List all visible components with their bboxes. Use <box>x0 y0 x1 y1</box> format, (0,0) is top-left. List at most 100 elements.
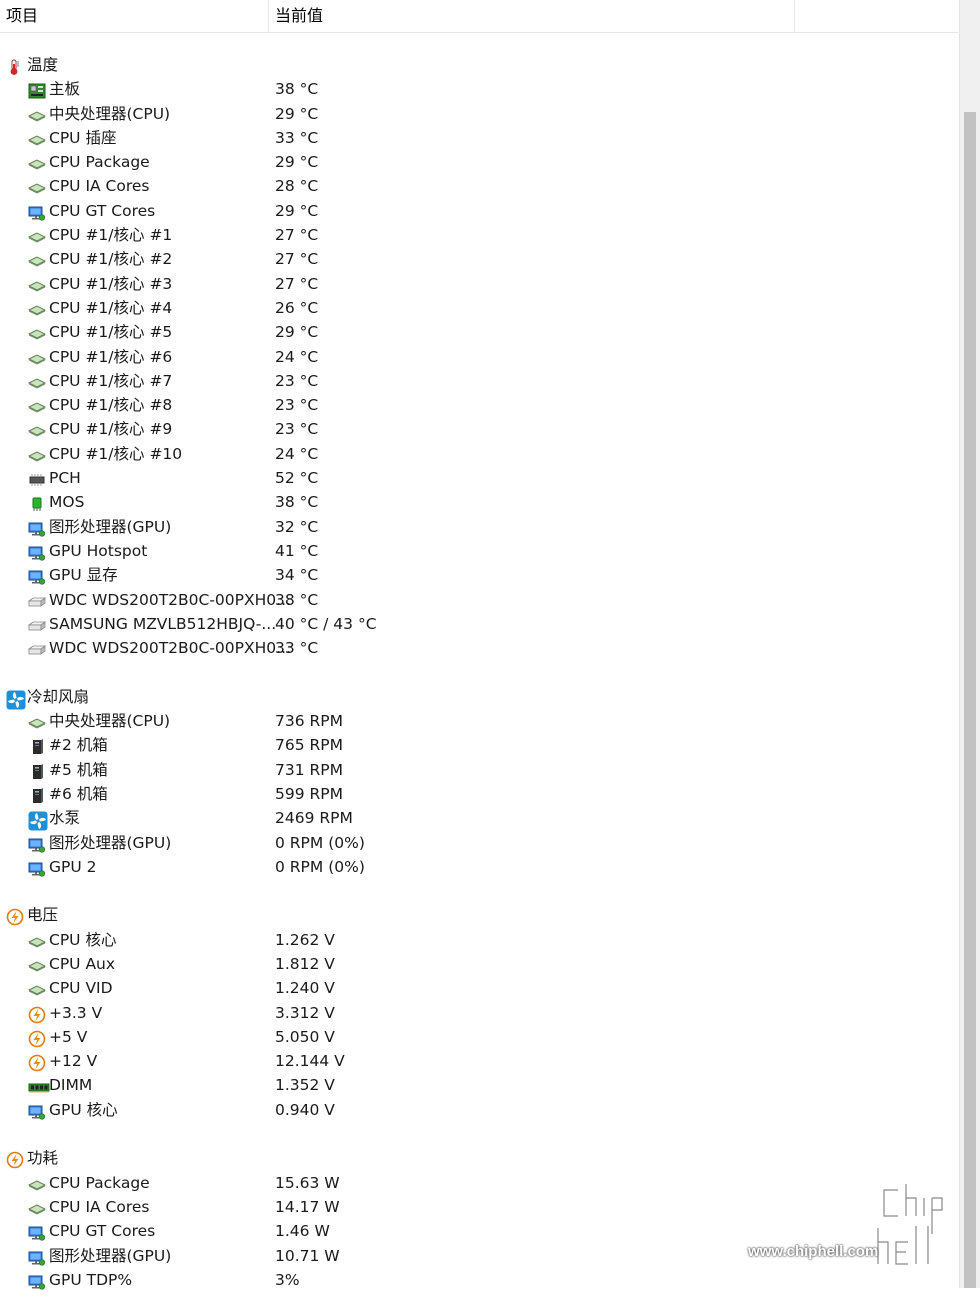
column-header-item[interactable]: 项目 <box>6 0 269 32</box>
sensor-row[interactable]: +12 V 12.144 V <box>0 1049 958 1073</box>
sensor-row[interactable]: #2 机箱 765 RPM <box>0 733 958 757</box>
sensor-value: 1.352 V <box>275 1076 335 1095</box>
sensor-row[interactable]: 图形处理器(GPU) 32 °C <box>0 515 958 539</box>
case-icon <box>28 787 44 803</box>
sensor-row[interactable]: 水泵 2469 RPM <box>0 806 958 831</box>
sensor-row[interactable]: 中央处理器(CPU) 736 RPM <box>0 709 958 733</box>
sensor-row[interactable]: CPU #1/核心 #7 23 °C <box>0 369 958 393</box>
category-spacer <box>0 660 958 684</box>
chip-icon <box>28 471 45 487</box>
sensor-value: 3% <box>275 1270 300 1289</box>
sensor-value: 12.144 V <box>275 1052 345 1071</box>
sensor-row[interactable]: 图形处理器(GPU) 0 RPM (0%) <box>0 831 958 855</box>
sensor-row[interactable]: CPU IA Cores 14.17 W <box>0 1195 958 1219</box>
sensor-value: 26 °C <box>275 298 319 317</box>
sensor-row[interactable]: GPU 2 0 RPM (0%) <box>0 855 958 879</box>
sensor-row[interactable]: GPU 显存 34 °C <box>0 563 958 587</box>
category-row[interactable]: 电压 <box>0 903 958 927</box>
sensor-row[interactable]: +5 V 5.050 V <box>0 1025 958 1049</box>
sensor-value: 27 °C <box>275 226 319 245</box>
sensor-label: CPU #1/核心 #6 <box>49 347 173 366</box>
category-row[interactable]: 冷却风扇 <box>0 685 958 710</box>
monitor-icon <box>28 204 46 221</box>
monitor-icon <box>28 1224 46 1241</box>
monitor-icon <box>28 1103 46 1120</box>
cpu-icon <box>27 350 47 365</box>
sensor-row[interactable]: CPU VID 1.240 V <box>0 976 958 1000</box>
sensor-value: 10.71 W <box>275 1246 340 1265</box>
cpu-icon <box>27 155 47 170</box>
sensor-row[interactable]: CPU #1/核心 #1 27 °C <box>0 223 958 247</box>
sensor-value: 24 °C <box>275 444 319 463</box>
sensor-label: #6 机箱 <box>49 784 108 803</box>
sensor-value: 33 °C <box>275 639 319 658</box>
sensor-row[interactable]: CPU #1/核心 #5 29 °C <box>0 320 958 344</box>
vertical-scrollbar[interactable] <box>959 0 980 1288</box>
sensor-row[interactable]: CPU #1/核心 #6 24 °C <box>0 345 958 369</box>
ram-icon <box>28 1078 50 1094</box>
sensor-row[interactable]: CPU 插座 33 °C <box>0 126 958 150</box>
sensor-row[interactable]: CPU #1/核心 #9 23 °C <box>0 417 958 441</box>
sensor-label: CPU #1/核心 #8 <box>49 396 173 415</box>
sensor-value: 1.240 V <box>275 979 335 998</box>
sensor-label: WDC WDS200T2B0C-00PXH0... <box>49 590 291 609</box>
sensor-label: +3.3 V <box>49 1003 103 1022</box>
sensor-row[interactable]: DIMM 1.352 V <box>0 1073 958 1097</box>
sensor-value: 38 °C <box>275 493 319 512</box>
column-header-value[interactable]: 当前值 <box>275 0 795 32</box>
category-row[interactable]: 功耗 <box>0 1146 958 1170</box>
sensor-value: 736 RPM <box>275 712 344 731</box>
sensor-row[interactable]: 中央处理器(CPU) 29 °C <box>0 102 958 126</box>
sensor-row[interactable]: GPU 核心 0.940 V <box>0 1098 958 1122</box>
sensor-row[interactable]: CPU Package 15.63 W <box>0 1171 958 1195</box>
sensor-row[interactable]: PCH 52 °C <box>0 466 958 490</box>
cpu-icon <box>27 252 47 267</box>
sensor-row[interactable]: CPU #1/核心 #10 24 °C <box>0 442 958 466</box>
sensor-row[interactable]: CPU #1/核心 #8 23 °C <box>0 393 958 417</box>
cpu-icon <box>27 1176 47 1191</box>
sensor-row[interactable]: CPU GT Cores 29 °C <box>0 199 958 223</box>
cpu-icon <box>27 228 47 243</box>
sensor-value: 28 °C <box>275 177 319 196</box>
sensor-label: CPU #1/核心 #4 <box>49 298 173 317</box>
sensor-row[interactable]: CPU Aux 1.812 V <box>0 952 958 976</box>
sensor-row[interactable]: CPU #1/核心 #4 26 °C <box>0 296 958 320</box>
cpu-icon <box>27 957 47 972</box>
sensor-label: DIMM <box>49 1076 93 1095</box>
sensor-row[interactable]: GPU Hotspot 41 °C <box>0 539 958 563</box>
sensor-value: 41 °C <box>275 541 319 560</box>
sensor-row[interactable]: #5 机箱 731 RPM <box>0 758 958 782</box>
scrollbar-thumb[interactable] <box>964 112 976 1288</box>
sensor-row[interactable]: SAMSUNG MZVLB512HBJQ-... 40 °C / 43 °C <box>0 612 958 636</box>
sensor-row[interactable]: CPU #1/核心 #3 27 °C <box>0 272 958 296</box>
sensor-label: GPU TDP% <box>49 1270 133 1289</box>
category-spacer <box>0 879 958 903</box>
sensor-row[interactable]: CPU GT Cores 1.46 W <box>0 1219 958 1243</box>
sensor-row[interactable]: CPU 核心 1.262 V <box>0 928 958 952</box>
sensor-label: 主板 <box>49 80 81 99</box>
sensor-row[interactable]: CPU IA Cores 28 °C <box>0 174 958 198</box>
fan-icon <box>6 690 26 710</box>
motherboard-icon <box>28 82 46 99</box>
sensor-value: 33 °C <box>275 128 319 147</box>
sensor-label: 图形处理器(GPU) <box>49 517 172 536</box>
sensor-row[interactable]: CPU #1/核心 #2 27 °C <box>0 247 958 271</box>
sensor-label: CPU GT Cores <box>49 201 156 220</box>
category-spacer <box>0 1122 958 1146</box>
sensor-label: +5 V <box>49 1027 88 1046</box>
sensor-row[interactable]: 主板 38 °C <box>0 77 958 101</box>
sensor-value: 23 °C <box>275 420 319 439</box>
column-separator[interactable] <box>794 0 795 32</box>
sensor-label: GPU 显存 <box>49 566 118 585</box>
sensor-row[interactable]: WDC WDS200T2B0C-00PXH0... 38 °C <box>0 588 958 612</box>
sensor-row[interactable]: GPU TDP% 3% <box>0 1268 958 1292</box>
sensor-label: WDC WDS200T2B0C-00PXH0... <box>49 639 291 658</box>
sensor-row[interactable]: WDC WDS200T2B0C-00PXH0... 33 °C <box>0 636 958 660</box>
category-row[interactable]: 温度 <box>0 53 958 77</box>
sensor-value: 1.812 V <box>275 954 335 973</box>
sensor-row[interactable]: MOS 38 °C <box>0 490 958 514</box>
sensor-row[interactable]: +3.3 V 3.312 V <box>0 1001 958 1025</box>
sensor-row[interactable]: CPU Package 29 °C <box>0 150 958 174</box>
sensor-row[interactable]: #6 机箱 599 RPM <box>0 782 958 806</box>
sensor-row[interactable]: 图形处理器(GPU) 10.71 W <box>0 1244 958 1268</box>
